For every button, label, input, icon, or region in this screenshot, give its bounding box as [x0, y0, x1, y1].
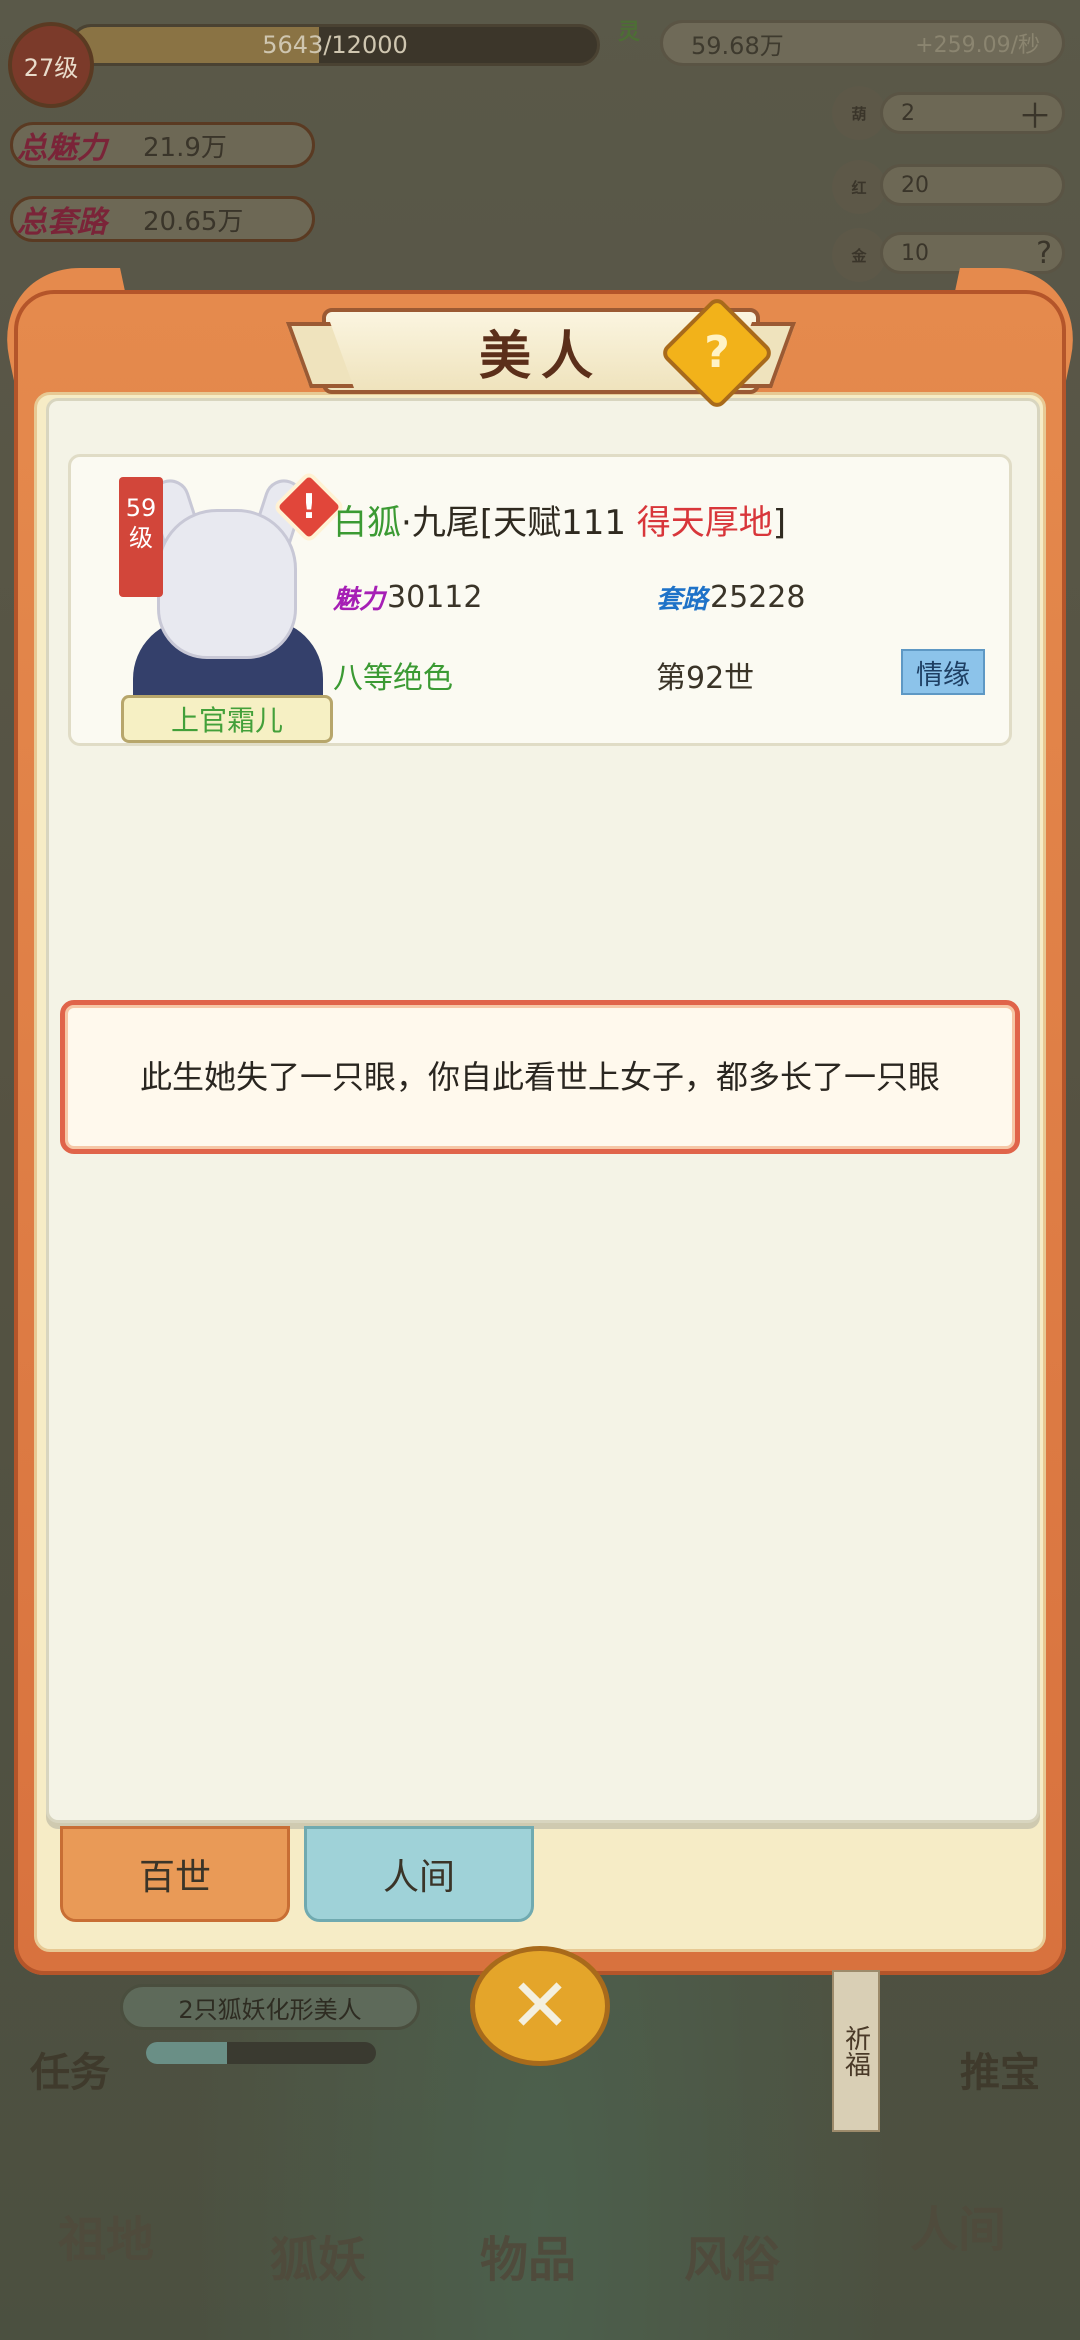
beauty-title: 白狐·九尾[天赋111 得天厚地] [333, 495, 786, 544]
task-label[interactable]: 任务 [30, 2040, 110, 2098]
total-tricks-value: 20.65万 [143, 206, 244, 237]
close-icon: ✕ [508, 1963, 571, 2049]
charm-icon: 魅力 [333, 585, 386, 615]
charm-stat: 魅力 30112 [333, 579, 482, 616]
trick-icon: 套路 [656, 585, 709, 615]
nav-human-world[interactable]: 人间 [910, 2190, 1006, 2260]
money-value: 59.68万 [691, 31, 784, 60]
trick-stat: 套路 25228 [656, 579, 805, 616]
trick-value: 25228 [710, 580, 806, 615]
resource-red-thread-value: 20 [901, 172, 929, 198]
total-charm-value: 21.9万 [143, 132, 227, 163]
exp-bar: 5643/12000 [70, 24, 600, 66]
resource-gold-value: 10 [901, 240, 929, 266]
beauty-tails: 九尾 [411, 503, 480, 543]
task-progress-fill [146, 2042, 227, 2064]
total-tricks-pill: 总套路 20.65万 [10, 196, 315, 242]
nav-fox-demon[interactable]: 狐妖 [270, 2220, 366, 2290]
money-rate: +259.09/秒 [915, 33, 1040, 58]
beauty-generation: 第92世 [656, 661, 755, 696]
charm-value: 30112 [387, 580, 483, 615]
tab-human-world[interactable]: 人间 [304, 1826, 534, 1922]
story-popup[interactable]: 此生她失了一只眼，你自此看世上女子，都多长了一只眼 [60, 1000, 1020, 1154]
treasure-button[interactable]: 推宝 [960, 2040, 1040, 2098]
tab-hundred-lives[interactable]: 百世 [60, 1826, 290, 1922]
talent-prefix: [天赋111 [479, 503, 637, 543]
total-charm-pill: 总魅力 21.9万 [10, 122, 315, 168]
total-tricks-label: 总套路 [17, 205, 107, 240]
beauty-avatar [157, 509, 297, 659]
bond-button[interactable]: 情缘 [901, 649, 985, 695]
beauty-level-tag: 59级 [119, 477, 163, 597]
talent-trait: 得天厚地 [636, 503, 773, 543]
beauty-name: 上官霜儿 [121, 695, 333, 743]
red-thread-icon: 红 [832, 160, 886, 214]
modal-title: 美人 [478, 325, 603, 387]
talent-suffix: ] [772, 503, 787, 543]
question-icon[interactable]: ? [1036, 236, 1052, 271]
add-icon[interactable]: ＋ [1018, 89, 1052, 138]
nav-ancestral-land[interactable]: 祖地 [58, 2200, 154, 2270]
help-icon: ? [704, 327, 730, 378]
task-banner[interactable]: 2只狐妖化形美人 [120, 1984, 420, 2030]
beauty-item-card[interactable]: 59级 ! 上官霜儿 白狐·九尾[天赋111 得天厚地] 魅力 30112 套路… [68, 454, 1012, 746]
money-display: 59.68万 +259.09/秒 [660, 20, 1065, 66]
beauty-breed: 白狐 [333, 503, 401, 543]
story-text: 此生她失了一只眼，你自此看世上女子，都多长了一只眼 [139, 1058, 940, 1096]
title-separator: · [401, 503, 412, 543]
gourd-icon: 葫 [832, 86, 886, 140]
total-charm-label: 总魅力 [17, 131, 107, 166]
task-progress-bar [146, 2042, 376, 2064]
beauty-rank: 八等绝色 [333, 661, 453, 696]
beauty-portrait[interactable]: 59级 ! 上官霜儿 [97, 469, 357, 743]
exp-text: 5643/12000 [262, 31, 408, 59]
nav-customs[interactable]: 风俗 [684, 2220, 780, 2290]
player-level-badge[interactable]: 27级 [8, 22, 94, 108]
resource-gourd-value: 2 [901, 100, 915, 126]
pray-button[interactable]: 祈福 [832, 1970, 880, 2132]
close-button[interactable]: ✕ [470, 1946, 610, 2066]
nav-items[interactable]: 物品 [480, 2220, 576, 2290]
resource-gourd[interactable]: 2 ＋ [880, 92, 1065, 137]
resource-red-thread[interactable]: 20 [880, 164, 1065, 206]
gold-icon: 金 [832, 228, 886, 282]
